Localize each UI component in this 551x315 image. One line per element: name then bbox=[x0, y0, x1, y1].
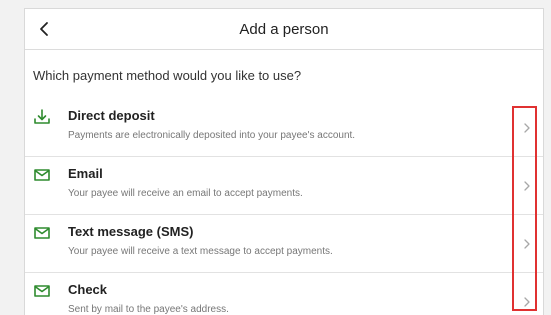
option-title: Check bbox=[68, 282, 108, 297]
option-title: Email bbox=[68, 166, 103, 181]
chevron-right-icon bbox=[524, 123, 530, 133]
envelope-icon bbox=[34, 227, 50, 239]
envelope-icon bbox=[34, 169, 50, 181]
option-title: Text message (SMS) bbox=[68, 224, 194, 239]
payment-method-question: Which payment method would you like to u… bbox=[33, 68, 302, 83]
envelope-icon bbox=[34, 285, 50, 297]
option-check[interactable]: Check Sent by mail to the payee's addres… bbox=[25, 273, 543, 315]
option-title: Direct deposit bbox=[68, 108, 155, 123]
option-description: Your payee will receive an email to acce… bbox=[68, 188, 303, 199]
page-title: Add a person bbox=[239, 21, 329, 38]
payment-method-list: Direct deposit Payments are electronical… bbox=[25, 99, 543, 315]
add-person-panel: Add a person Which payment method would … bbox=[24, 8, 544, 315]
option-description: Your payee will receive a text message t… bbox=[68, 246, 333, 257]
option-text-message[interactable]: Text message (SMS) Your payee will recei… bbox=[25, 215, 543, 273]
chevron-right-icon bbox=[524, 297, 530, 307]
option-email[interactable]: Email Your payee will receive an email t… bbox=[25, 157, 543, 215]
chevron-right-icon bbox=[524, 239, 530, 249]
option-description: Sent by mail to the payee's address. bbox=[68, 304, 229, 315]
option-direct-deposit[interactable]: Direct deposit Payments are electronical… bbox=[25, 99, 543, 157]
download-icon bbox=[34, 109, 50, 124]
header-bar: Add a person bbox=[25, 9, 543, 50]
option-description: Payments are electronically deposited in… bbox=[68, 130, 356, 141]
chevron-right-icon bbox=[524, 181, 530, 191]
